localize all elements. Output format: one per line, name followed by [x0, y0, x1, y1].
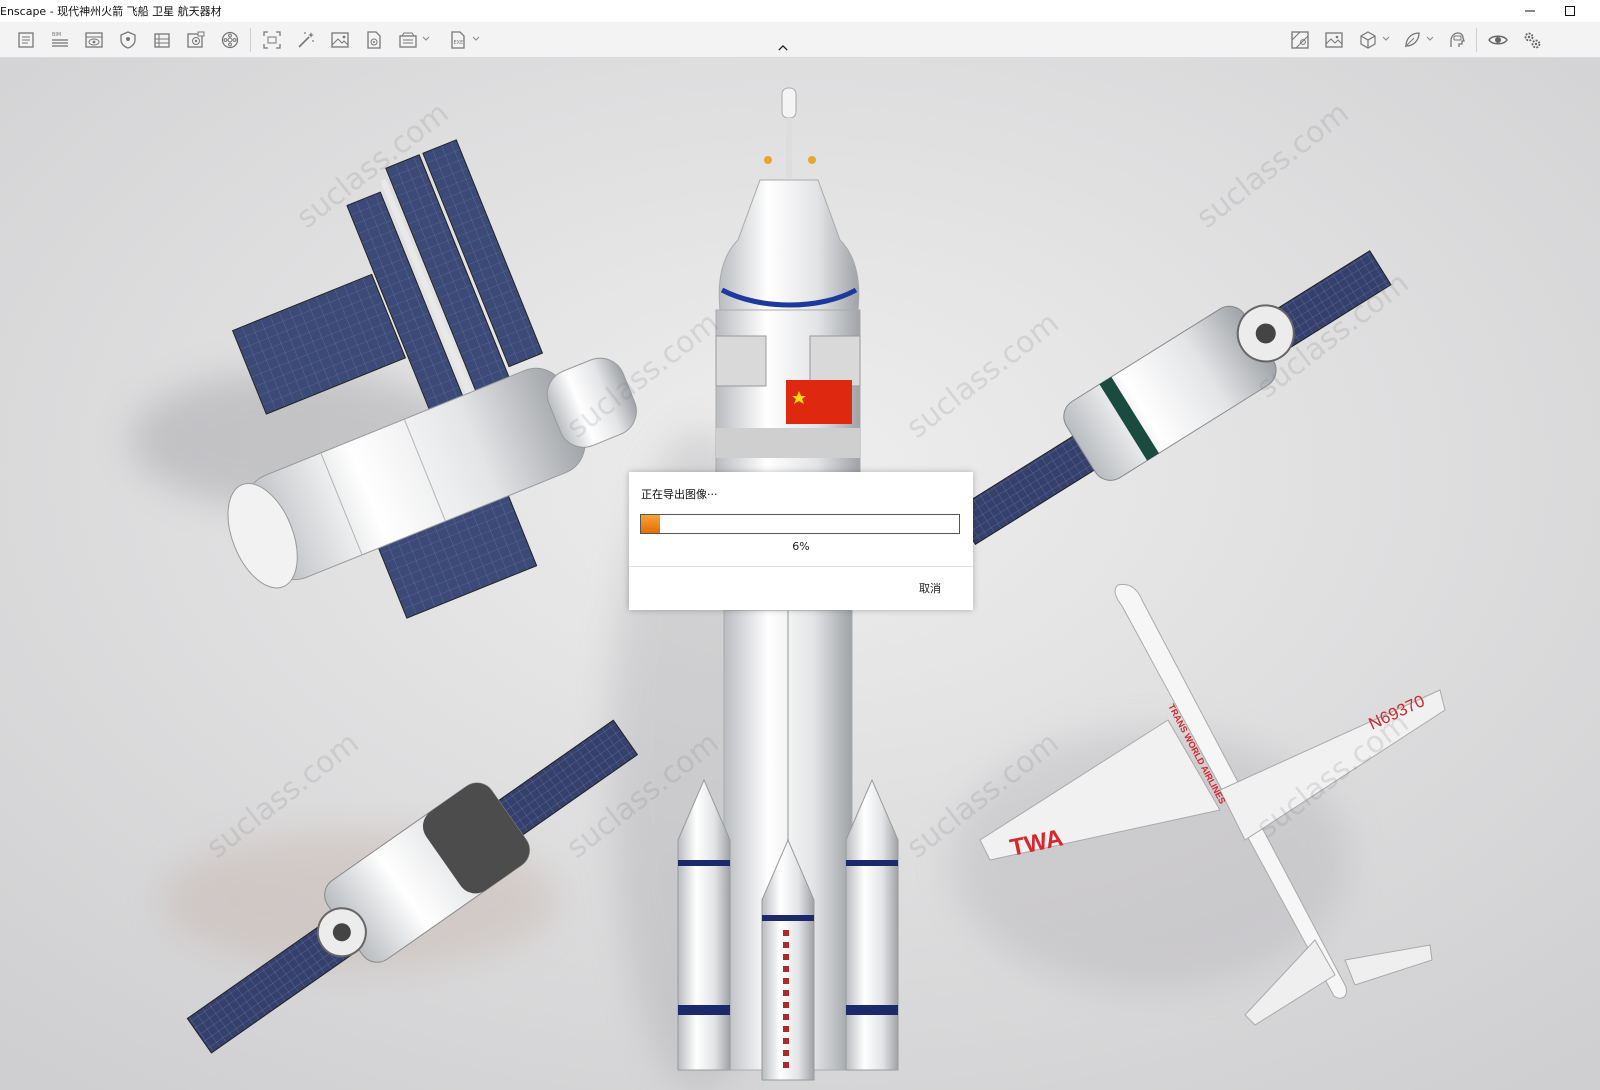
- magic-wand-button[interactable]: [294, 28, 318, 52]
- export-progress-dialog: 正在导出图像··· 6% 取消: [629, 472, 973, 610]
- vr-headset-button[interactable]: [1444, 28, 1468, 52]
- view-icon: [85, 32, 103, 48]
- bim-list-icon: BIM: [52, 32, 68, 47]
- video-button[interactable]: [184, 28, 208, 52]
- settings-button[interactable]: [1520, 28, 1544, 52]
- image-button[interactable]: [328, 28, 352, 52]
- magic-wand-icon: [298, 32, 314, 48]
- vr-headset-icon: [1450, 32, 1465, 47]
- export-dropdown-icon[interactable]: [472, 35, 480, 43]
- shield-button[interactable]: [116, 28, 140, 52]
- batch-render-dropdown-icon[interactable]: [422, 35, 430, 43]
- svg-text:BIM: BIM: [52, 32, 61, 38]
- maximize-icon: [1565, 6, 1575, 16]
- cancel-button[interactable]: 取消: [919, 580, 941, 596]
- export-progress-bar: [640, 514, 960, 534]
- svg-text:EXE: EXE: [454, 40, 464, 46]
- dialog-divider: [629, 566, 973, 567]
- asset-wheel-icon: [221, 31, 239, 49]
- toolbar-separator: [1476, 28, 1477, 52]
- eye-icon: [1488, 35, 1508, 45]
- cube-button[interactable]: [1356, 28, 1380, 52]
- export-button[interactable]: EXE: [446, 28, 470, 52]
- batch-render-button[interactable]: [396, 28, 420, 52]
- capture-icon: [263, 31, 281, 49]
- view-button[interactable]: [82, 28, 106, 52]
- gallery-button[interactable]: [1322, 28, 1346, 52]
- image-icon: [331, 32, 349, 48]
- minimize-icon: [1525, 10, 1535, 12]
- building-icon: [154, 33, 170, 48]
- eye-button[interactable]: [1486, 28, 1510, 52]
- export-progress-fill: [641, 515, 661, 533]
- shield-icon: [120, 31, 136, 49]
- settings-gears-icon: [1524, 32, 1541, 49]
- gallery-icon: [1325, 32, 1343, 48]
- document-settings-button[interactable]: [362, 28, 386, 52]
- feather-icon: [1404, 32, 1420, 48]
- batch-render-icon: [399, 32, 417, 48]
- document-settings-icon: [367, 31, 381, 49]
- chevron-up-icon: [778, 45, 788, 51]
- toolbar-separator: [250, 28, 251, 52]
- bim-list-button[interactable]: BIM: [48, 28, 72, 52]
- minimize-button[interactable]: [1512, 0, 1548, 22]
- toolbar: BIM EXE: [0, 22, 1600, 58]
- export-icon: EXE: [451, 31, 465, 49]
- capture-button[interactable]: [260, 28, 284, 52]
- map-icon: [1291, 31, 1309, 49]
- cube-icon: [1360, 31, 1376, 49]
- window-title: Enscape - 现代神州火箭 飞船 卫星 航天器材: [0, 5, 222, 18]
- title-bar: Enscape - 现代神州火箭 飞船 卫星 航天器材: [0, 0, 1600, 22]
- export-progress-percent: 6%: [792, 540, 810, 553]
- feather-dropdown-icon[interactable]: [1426, 35, 1434, 43]
- building-button[interactable]: [150, 28, 174, 52]
- asset-wheel-button[interactable]: [218, 28, 242, 52]
- collapse-toolbar-button[interactable]: [774, 40, 792, 56]
- document-button[interactable]: [14, 28, 38, 52]
- video-icon: [187, 31, 205, 48]
- feather-button[interactable]: [1400, 28, 1424, 52]
- cube-dropdown-icon[interactable]: [1382, 35, 1390, 43]
- map-button[interactable]: [1288, 28, 1312, 52]
- maximize-button[interactable]: [1552, 0, 1588, 22]
- export-status-message: 正在导出图像···: [641, 488, 718, 501]
- document-icon: [18, 32, 34, 48]
